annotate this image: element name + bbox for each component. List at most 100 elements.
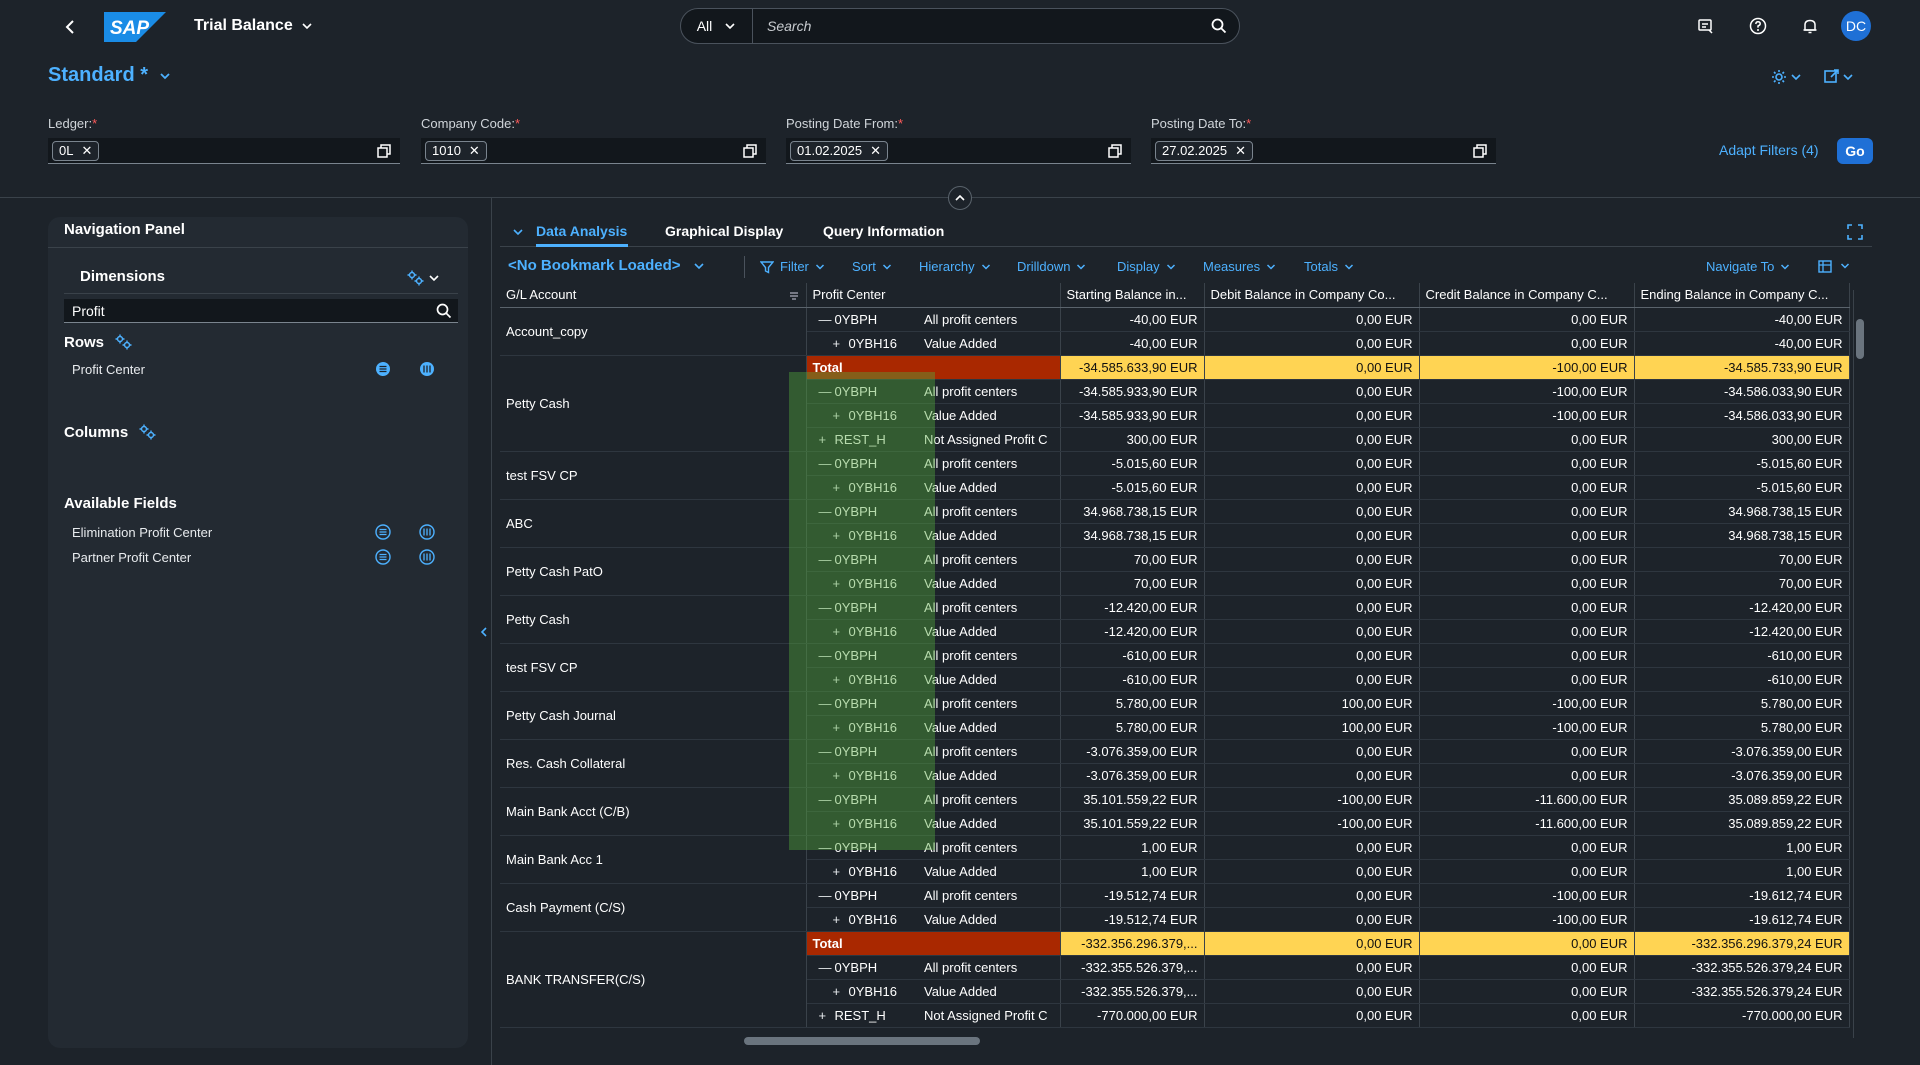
rows-settings-icon[interactable]: [114, 333, 132, 351]
gl-account-cell[interactable]: Petty Cash: [500, 355, 807, 452]
notifications-list-icon[interactable]: [1694, 14, 1718, 38]
collapse-icon[interactable]: —: [819, 456, 835, 471]
token-remove-icon[interactable]: ✕: [469, 143, 480, 159]
profit-center-code-cell[interactable]: —0YBPH: [806, 451, 918, 476]
profit-center-code-cell[interactable]: —0YBPH: [806, 595, 918, 620]
value-help-icon[interactable]: [1107, 143, 1123, 159]
search-icon[interactable]: [430, 299, 458, 323]
dimension-settings-icon[interactable]: [406, 269, 444, 287]
collapse-icon[interactable]: —: [819, 648, 835, 663]
search-scope-select[interactable]: All: [681, 9, 753, 43]
collapse-icon[interactable]: —: [819, 312, 835, 327]
profit-center-code-cell[interactable]: —0YBPH: [806, 499, 918, 524]
gl-account-cell[interactable]: Main Bank Acc 1: [500, 835, 807, 884]
expand-icon[interactable]: +: [833, 912, 849, 927]
variant-selector[interactable]: Standard *: [48, 64, 172, 87]
gl-account-cell[interactable]: Petty Cash Journal: [500, 691, 807, 740]
expand-icon[interactable]: +: [819, 432, 835, 447]
expand-icon[interactable]: +: [833, 408, 849, 423]
avatar[interactable]: DC: [1841, 11, 1871, 41]
expand-icon[interactable]: +: [833, 624, 849, 639]
hierarchy-button[interactable]: Hierarchy: [919, 259, 991, 274]
filter-posting-date-from-input[interactable]: 01.02.2025 ✕: [786, 138, 1131, 164]
sort-icon[interactable]: [788, 289, 800, 301]
expand-icon[interactable]: +: [833, 816, 849, 831]
filter-button[interactable]: Filter: [760, 259, 825, 274]
table-row[interactable]: ABC —0YBPH All profit centers 34.968.738,15…: [500, 499, 1850, 548]
profit-center-code-cell[interactable]: —0YBPH: [806, 787, 918, 812]
profit-center-code-cell[interactable]: +0YBH16: [806, 859, 918, 884]
total-row[interactable]: Petty Cash Total -34.585.633,90 EUR 0,00 EU…: [500, 355, 1850, 452]
table-row[interactable]: Account_copy —0YBPH All profit centers -40,…: [500, 307, 1850, 356]
gl-account-cell[interactable]: Res. Cash Collateral: [500, 739, 807, 788]
profit-center-code-cell[interactable]: —0YBPH: [806, 835, 918, 860]
tab-graphical-display[interactable]: Graphical Display: [665, 223, 783, 247]
value-help-icon[interactable]: [742, 143, 758, 159]
column-header-profit-center[interactable]: Profit Center: [806, 283, 1061, 308]
navigate-to-button[interactable]: Navigate To: [1706, 259, 1790, 274]
go-button[interactable]: Go: [1837, 138, 1873, 164]
measures-button[interactable]: Measures: [1203, 259, 1276, 274]
display-button[interactable]: Display: [1117, 259, 1176, 274]
filter-ledger-input[interactable]: 0L ✕: [48, 138, 400, 164]
collapse-icon[interactable]: —: [819, 744, 835, 759]
chevron-left-icon[interactable]: [478, 623, 490, 641]
expand-icon[interactable]: +: [833, 768, 849, 783]
profit-center-code-cell[interactable]: +0YBH16: [806, 979, 918, 1004]
collapse-icon[interactable]: —: [819, 792, 835, 807]
totals-button[interactable]: Totals: [1304, 259, 1354, 274]
table-row[interactable]: Main Bank Acct (C/B) —0YBPH All profit cen…: [500, 787, 1850, 836]
help-icon[interactable]: [1746, 14, 1770, 38]
share-icon[interactable]: [1822, 66, 1858, 88]
expand-icon[interactable]: +: [833, 864, 849, 879]
column-header-credit-balance[interactable]: Credit Balance in Company C...: [1419, 283, 1635, 308]
gl-account-cell[interactable]: Petty Cash: [500, 595, 807, 644]
profit-center-code-cell[interactable]: + REST_H: [806, 427, 918, 452]
profit-center-code-cell[interactable]: +0YBH16: [806, 619, 918, 644]
profit-center-code-cell[interactable]: —0YBPH: [806, 379, 918, 404]
profit-center-code-cell[interactable]: —0YBPH: [806, 643, 918, 668]
available-item-elimination-profit-center[interactable]: Elimination Profit Center: [72, 522, 452, 542]
expand-icon[interactable]: +: [819, 1008, 835, 1023]
collapse-icon[interactable]: —: [819, 840, 835, 855]
hierarchy-icon[interactable]: [418, 360, 436, 378]
expand-icon[interactable]: +: [833, 720, 849, 735]
profit-center-code-cell[interactable]: +0YBH16: [806, 331, 918, 356]
horizontal-scrollbar[interactable]: [744, 1037, 980, 1045]
profit-center-code-cell[interactable]: —0YBPH: [806, 547, 918, 572]
value-help-icon[interactable]: [1472, 143, 1488, 159]
token-remove-icon[interactable]: ✕: [870, 143, 881, 159]
filter-company-code-input[interactable]: 1010 ✕: [421, 138, 766, 164]
table-row[interactable]: Res. Cash Collateral —0YBPH All profit cen…: [500, 739, 1850, 788]
collapse-icon[interactable]: —: [819, 504, 835, 519]
profit-center-code-cell[interactable]: —0YBPH: [806, 691, 918, 716]
column-header-debit-balance[interactable]: Debit Balance in Company Co...: [1204, 283, 1420, 308]
rows-item-profit-center[interactable]: Profit Center: [72, 359, 452, 379]
collapse-icon[interactable]: —: [819, 960, 835, 975]
profit-center-code-cell[interactable]: +0YBH16: [806, 523, 918, 548]
expand-icon[interactable]: +: [833, 576, 849, 591]
bookmark-selector[interactable]: <No Bookmark Loaded>: [508, 257, 705, 274]
profit-center-code-cell[interactable]: +0YBH16: [806, 571, 918, 596]
collapse-icon[interactable]: —: [819, 552, 835, 567]
gl-account-cell[interactable]: Cash Payment (C/S): [500, 883, 807, 932]
search-icon[interactable]: [1199, 9, 1239, 43]
back-icon[interactable]: [60, 16, 82, 38]
tab-data-analysis[interactable]: Data Analysis: [536, 223, 628, 247]
sort-button[interactable]: Sort: [852, 259, 892, 274]
hierarchy-icon[interactable]: [418, 548, 436, 566]
search-input[interactable]: [753, 18, 1199, 34]
adapt-filters-button[interactable]: Adapt Filters (4): [1719, 142, 1819, 158]
tab-query-information[interactable]: Query Information: [823, 223, 944, 247]
token-remove-icon[interactable]: ✕: [81, 143, 92, 159]
filter-posting-date-to-input[interactable]: 27.02.2025 ✕: [1151, 138, 1496, 164]
expand-icon[interactable]: +: [833, 336, 849, 351]
column-header-gl-account[interactable]: G/L Account: [500, 283, 807, 308]
filter-list-icon[interactable]: [374, 360, 392, 378]
available-item-partner-profit-center[interactable]: Partner Profit Center: [72, 547, 452, 567]
gl-account-cell[interactable]: Main Bank Acct (C/B): [500, 787, 807, 836]
value-help-icon[interactable]: [376, 143, 392, 159]
expand-icon[interactable]: +: [833, 528, 849, 543]
gl-account-cell[interactable]: Account_copy: [500, 307, 807, 356]
expand-icon[interactable]: +: [833, 480, 849, 495]
